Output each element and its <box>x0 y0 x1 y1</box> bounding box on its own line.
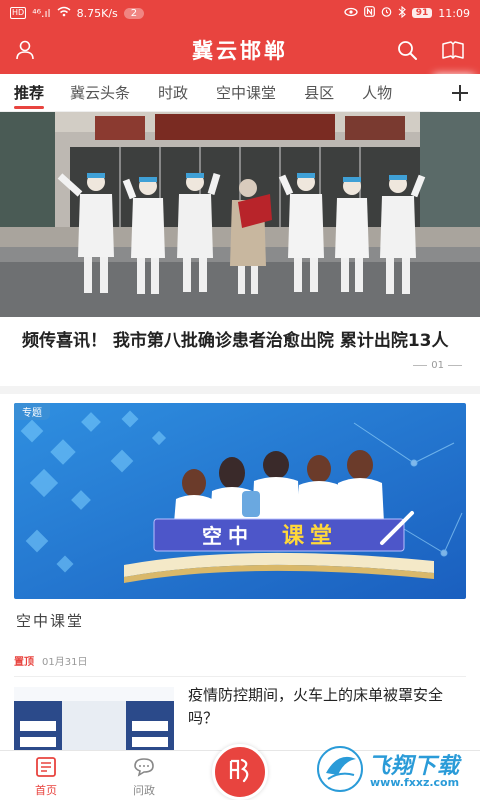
tab-people[interactable]: 人物 <box>334 74 392 112</box>
topic-banner[interactable]: 空中 课堂 专题 <box>14 403 466 599</box>
tab-recommend[interactable]: 推荐 <box>0 74 45 112</box>
carousel-pager: 01 <box>413 360 462 371</box>
alarm-icon <box>381 6 392 20</box>
book-icon[interactable] <box>440 37 466 63</box>
banner-text-1: 空中 <box>202 524 254 548</box>
signal-icon: ⁴⁶.ıl <box>32 6 51 20</box>
eye-icon <box>344 7 358 20</box>
hero-image[interactable] <box>0 112 480 317</box>
nav-home-label: 首页 <box>35 784 57 797</box>
topic-tag: 专题 <box>14 403 50 420</box>
newspaper-icon <box>35 757 57 780</box>
page-number: 01 <box>431 360 444 371</box>
topic-title[interactable]: 空中课堂 <box>16 610 84 631</box>
tab-politics[interactable]: 时政 <box>130 74 188 112</box>
network-speed: 8.75K/s <box>76 6 118 20</box>
nav-inquiry-label: 问政 <box>133 784 155 797</box>
tab-headlines[interactable]: 冀云头条 <box>44 74 130 112</box>
status-bar: HD ⁴⁶.ıl 8.75K/s 2 91 11:09 <box>0 0 480 26</box>
center-logo-button[interactable] <box>212 744 268 800</box>
app-screen: HD ⁴⁶.ıl 8.75K/s 2 91 11:09 冀云邯郸 推荐 冀云头条… <box>0 0 480 800</box>
banner-text-2: 课堂 <box>282 524 338 549</box>
hd-indicator: HD <box>10 7 27 19</box>
tab-counties[interactable]: 县区 <box>276 74 334 112</box>
news-title[interactable]: 疫情防控期间，火车上的床单被罩安全吗？ <box>188 684 468 730</box>
watermark-url: www.fxxz.com <box>370 776 460 789</box>
topic-meta: 置顶 01月31日 <box>14 653 87 668</box>
battery-indicator: 91 <box>411 8 433 18</box>
item-divider <box>14 676 466 677</box>
section-divider <box>0 386 480 394</box>
search-icon[interactable] <box>394 37 420 63</box>
category-tabs: 推荐 冀云头条 时政 空中课堂 县区 人物 <box>0 74 480 112</box>
logo-icon <box>225 755 255 789</box>
nav-inquiry[interactable]: 问政 <box>114 757 174 798</box>
nav-home[interactable]: 首页 <box>16 757 76 798</box>
bluetooth-icon <box>398 5 406 21</box>
watermark: 飞翔下载 www.fxxz.com <box>314 744 474 794</box>
hero-headline[interactable]: 频传喜讯！ 我市第八批确诊患者治愈出院 累计出院13人 <box>22 328 462 354</box>
pinned-label: 置顶 <box>14 657 34 668</box>
wifi-icon <box>57 6 71 20</box>
watermark-logo-icon <box>317 746 363 792</box>
nfc-icon <box>363 6 375 20</box>
app-header: 冀云邯郸 <box>0 26 480 74</box>
clock: 11:09 <box>438 6 470 20</box>
tab-sky-classroom[interactable]: 空中课堂 <box>188 74 276 112</box>
chat-icon <box>133 758 155 780</box>
topic-date: 01月31日 <box>42 657 88 668</box>
notification-badge: 2 <box>123 7 145 19</box>
plus-icon[interactable] <box>440 74 480 112</box>
news-thumbnail[interactable] <box>14 687 174 753</box>
